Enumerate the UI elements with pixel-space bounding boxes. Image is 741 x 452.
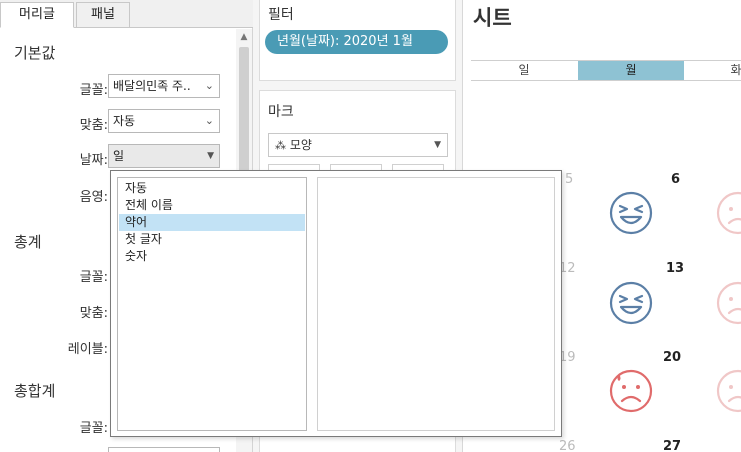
total-align-label: 맞춤:: [79, 306, 108, 321]
date-format-popup: 자동 전체 이름 약어 첫 글자 숫자: [110, 170, 562, 437]
sad-face-icon[interactable]: [715, 190, 741, 236]
option-number[interactable]: 숫자: [119, 248, 305, 265]
date-number: 20: [663, 350, 682, 365]
date-number: 13: [666, 261, 685, 276]
total-font-label: 글꼴:: [79, 270, 108, 285]
date-number: 6: [671, 172, 681, 187]
filters-card: 필터 년월(날짜): 2020년 1월: [259, 0, 456, 81]
filters-title: 필터: [268, 7, 294, 23]
shape-mark-icon: ⁂: [275, 139, 286, 152]
shading-label: 음영:: [79, 190, 108, 205]
date-label: 날짜:: [79, 153, 108, 168]
section-default: 기본값: [14, 44, 56, 62]
date-number: 5: [565, 172, 574, 187]
align-value: 자동: [113, 114, 136, 128]
grand-font-label: 글꼴:: [79, 421, 108, 436]
format-tabbar: 머리글 패널: [0, 0, 253, 28]
chevron-down-icon: ⌄: [204, 79, 214, 92]
date-number: 27: [663, 439, 682, 452]
sad-face-icon[interactable]: [715, 368, 741, 414]
filter-pill-date[interactable]: 년월(날짜): 2020년 1월: [265, 30, 448, 54]
option-full-name[interactable]: 전체 이름: [119, 197, 305, 214]
tab-header[interactable]: 머리글: [0, 2, 74, 28]
font-label: 글꼴:: [79, 83, 108, 98]
mark-type-dropdown[interactable]: ⁂ 모양 ▼: [268, 133, 448, 157]
sheet-title: 시트: [473, 6, 512, 30]
day-header-tue[interactable]: 화: [721, 61, 741, 80]
mark-type-value: 모양: [289, 138, 312, 152]
font-value: 배달의민족 주..: [113, 79, 191, 93]
day-header-mon[interactable]: 월: [578, 61, 684, 80]
caret-down-icon: ▼: [434, 140, 441, 150]
sad-face-icon[interactable]: [715, 280, 741, 326]
scroll-up-icon[interactable]: ▲: [236, 29, 252, 45]
sad-sweat-face-icon[interactable]: [608, 368, 654, 414]
option-auto[interactable]: 자동: [119, 180, 305, 197]
section-total: 총계: [14, 233, 42, 251]
caret-down-icon: ▼: [207, 151, 214, 161]
date-number: 26: [559, 439, 576, 452]
option-first-letter[interactable]: 첫 글자: [119, 231, 305, 248]
grand-font-dropdown[interactable]: [108, 447, 220, 452]
date-value: 일: [113, 149, 125, 163]
tab-pane[interactable]: 패널: [76, 2, 130, 28]
marks-title: 마크: [268, 104, 294, 120]
total-label-label: 레이블:: [67, 342, 108, 357]
laugh-face-icon[interactable]: [608, 280, 654, 326]
align-label: 맞춤:: [79, 118, 108, 133]
date-format-list[interactable]: 자동 전체 이름 약어 첫 글자 숫자: [117, 177, 307, 431]
chevron-down-icon: ⌄: [204, 114, 214, 127]
date-format-dropdown[interactable]: 일 ▼: [108, 144, 220, 168]
header-divider: [471, 80, 741, 81]
format-preview: [317, 177, 555, 431]
option-abbreviation[interactable]: 약어: [119, 214, 305, 231]
day-header-sun[interactable]: 일: [491, 61, 557, 80]
section-grand-total: 총합계: [14, 382, 56, 400]
font-dropdown[interactable]: 배달의민족 주.. ⌄: [108, 74, 220, 98]
laugh-face-icon[interactable]: [608, 190, 654, 236]
align-dropdown[interactable]: 자동 ⌄: [108, 109, 220, 133]
